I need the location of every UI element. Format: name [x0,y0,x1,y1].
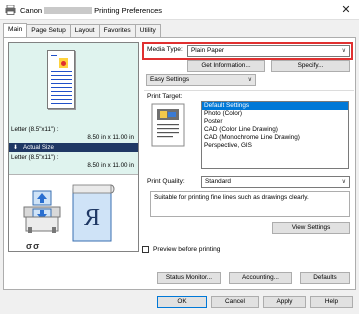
document-preview-icon [47,50,75,109]
chevron-down-icon: ∨ [341,179,346,185]
chevron-down-icon: ∨ [247,77,252,83]
document-type-icon [151,103,185,147]
window-title: Canon Printing Preferences [20,6,163,15]
actual-size-bar: ⬇ Actual Size [9,143,138,152]
list-item[interactable]: Default Settings [202,102,348,110]
svg-text:R: R [84,205,100,231]
list-item[interactable]: CAD (Color Line Drawing) [202,126,348,134]
apply-button[interactable]: Apply [263,296,306,308]
help-button[interactable]: Help [310,296,353,308]
media-type-label: Media Type: [147,46,183,53]
preview-before-printing-label: Preview before printing [153,246,221,253]
ok-button[interactable]: OK [157,296,207,308]
arrow-down-icon: ⬇ [13,144,19,151]
preview-before-printing-checkbox[interactable] [142,246,149,253]
specify-button[interactable]: Specify... [271,60,350,72]
tab-strip: Main Page Setup Layout Favorites Utility [3,23,161,37]
main-panel: Letter (8.5"x11") : 8.50 in x 11.00 in ⬇… [3,37,356,290]
tab-favorites[interactable]: Favorites [98,24,136,37]
list-item[interactable]: CAD (Monochrome Line Drawing) [202,134,348,142]
view-settings-button[interactable]: View Settings [272,222,350,234]
redacted-printer-name [44,7,93,14]
cancel-button[interactable]: Cancel [211,296,259,308]
chevron-down-icon: ∨ [341,48,346,54]
list-item[interactable]: Perspective, GIS [202,142,348,150]
print-target-list[interactable]: Default Settings Photo (Color) Poster CA… [201,101,349,169]
list-item[interactable]: Photo (Color) [202,110,348,118]
paper-feed-icon [23,190,61,233]
print-quality-select[interactable]: Standard ∨ [201,176,350,188]
tab-main[interactable]: Main [3,23,28,37]
status-monitor-button[interactable]: Status Monitor... [157,272,221,284]
list-item[interactable]: Poster [202,118,348,126]
accounting-button[interactable]: Accounting... [229,272,292,284]
defaults-button[interactable]: Defaults [300,272,350,284]
media-type-select[interactable]: Plain Paper ∨ [187,45,350,57]
paper-dimensions-top: 8.50 in x 11.00 in [87,134,134,141]
close-button[interactable]: ✕ [339,3,353,17]
print-quality-label: Print Quality: [147,178,185,185]
printer-preview-area: R σσ [9,174,138,251]
glasses-icon: σσ [26,241,41,251]
tab-page-setup[interactable]: Page Setup [26,24,71,37]
orientation-r-icon: R [72,184,115,242]
tab-layout[interactable]: Layout [69,24,100,37]
settings-mode-select[interactable]: Easy Settings ∨ [146,74,256,86]
printer-app-icon [5,5,16,15]
description-box: Suitable for printing fine lines such as… [150,191,350,217]
get-information-button[interactable]: Get Information... [187,60,265,72]
tab-utility[interactable]: Utility [134,24,161,37]
print-target-label: Print Target: [147,93,183,100]
settings-preview: Letter (8.5"x11") : 8.50 in x 11.00 in ⬇… [8,42,139,252]
title-bar: Canon Printing Preferences ✕ [0,0,359,20]
paper-dimensions-bottom: 8.50 in x 11.00 in [87,162,134,169]
description-text: Suitable for printing fine lines such as… [154,194,309,201]
